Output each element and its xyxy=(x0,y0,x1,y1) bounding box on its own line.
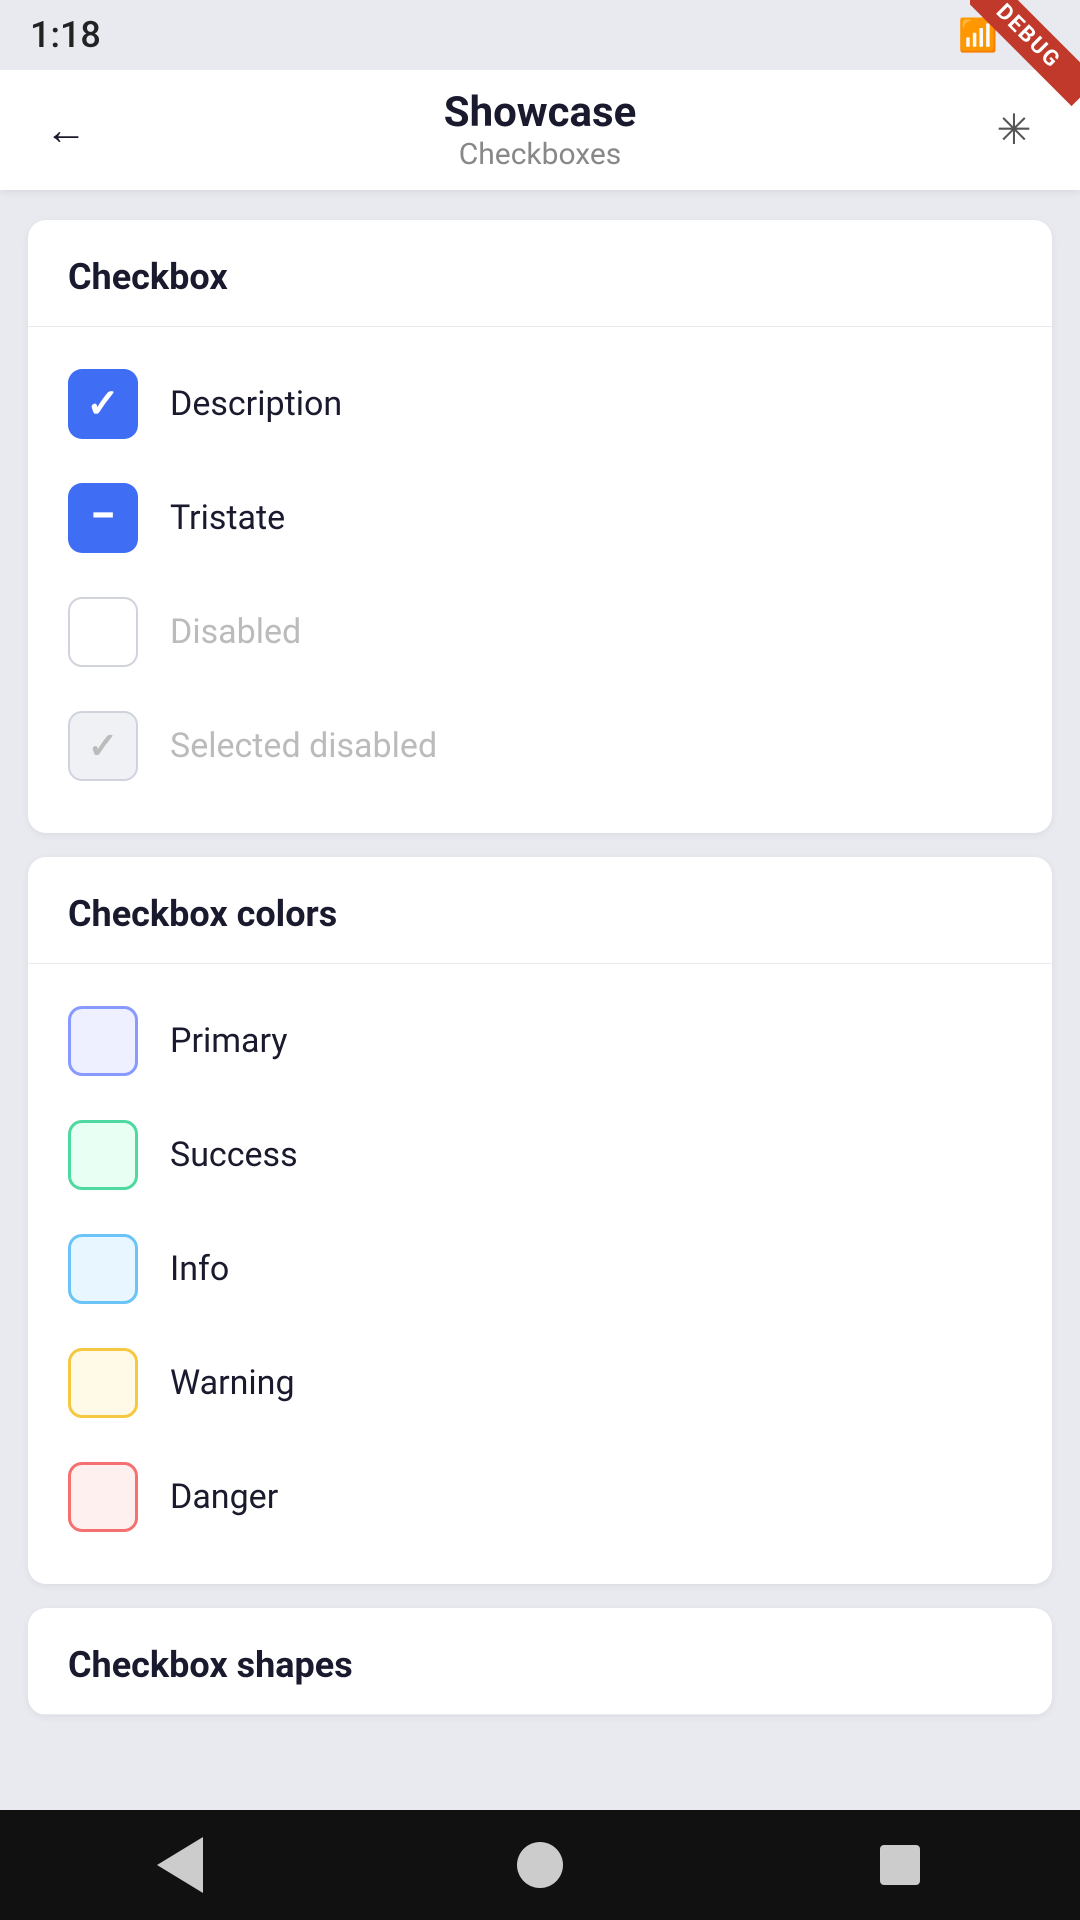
back-arrow-icon: ← xyxy=(45,106,87,155)
nav-back-button[interactable] xyxy=(140,1825,220,1905)
app-bar: ← Showcase Checkboxes ✳ xyxy=(0,70,1080,190)
app-bar-title: Showcase Checkboxes xyxy=(96,88,984,172)
checkbox-success-label: Success xyxy=(170,1135,298,1175)
checkmark-disabled-icon: ✓ xyxy=(88,728,118,764)
back-nav-icon xyxy=(157,1837,203,1893)
checkbox-card-header: Checkbox xyxy=(28,220,1052,327)
checkbox-row-selected-disabled: ✓ Selected disabled xyxy=(68,689,1012,803)
checkmark-icon: ✓ xyxy=(86,384,120,424)
home-nav-icon xyxy=(517,1842,563,1888)
status-time: 1:18 xyxy=(30,14,101,56)
checkbox-row-danger[interactable]: Danger xyxy=(68,1440,1012,1554)
checkbox-row-disabled: Disabled xyxy=(68,575,1012,689)
checkbox-section-title: Checkbox xyxy=(68,256,228,298)
checkbox-row-tristate[interactable]: − Tristate xyxy=(68,461,1012,575)
checkbox-colors-title: Checkbox colors xyxy=(68,893,337,935)
checkbox-card-body: ✓ Description − Tristate Disabled ✓ xyxy=(28,327,1052,833)
checkbox-info-label: Info xyxy=(170,1249,229,1289)
checkbox-shapes-card: Checkbox shapes xyxy=(28,1608,1052,1715)
checkbox-row-success[interactable]: Success xyxy=(68,1098,1012,1212)
checkbox-selected-disabled: ✓ xyxy=(68,711,138,781)
checkbox-colors-card-body: Primary Success Info Warning Danger xyxy=(28,964,1052,1584)
tristate-icon: − xyxy=(90,493,116,539)
checkbox-colors-card: Checkbox colors Primary Success Info War… xyxy=(28,857,1052,1584)
checkbox-info[interactable] xyxy=(68,1234,138,1304)
page-subtitle: Checkboxes xyxy=(96,137,984,172)
content-area: Checkbox ✓ Description − Tristate xyxy=(0,190,1080,1745)
checkbox-row-warning[interactable]: Warning xyxy=(68,1326,1012,1440)
checkbox-tristate-label: Tristate xyxy=(170,498,285,538)
checkbox-disabled-label: Disabled xyxy=(170,612,301,652)
checkbox-card: Checkbox ✓ Description − Tristate xyxy=(28,220,1052,833)
nav-home-button[interactable] xyxy=(500,1825,580,1905)
checkbox-disabled xyxy=(68,597,138,667)
checkbox-row-primary[interactable]: Primary xyxy=(68,984,1012,1098)
sun-icon: ✳ xyxy=(996,105,1031,155)
checkbox-primary[interactable] xyxy=(68,1006,138,1076)
checkbox-danger[interactable] xyxy=(68,1462,138,1532)
checkbox-success[interactable] xyxy=(68,1120,138,1190)
checkbox-row-info[interactable]: Info xyxy=(68,1212,1012,1326)
checkbox-description[interactable]: ✓ xyxy=(68,369,138,439)
bottom-nav xyxy=(0,1810,1080,1920)
checkbox-tristate[interactable]: − xyxy=(68,483,138,553)
checkbox-primary-label: Primary xyxy=(170,1021,287,1061)
checkbox-warning-label: Warning xyxy=(170,1363,295,1403)
recents-nav-icon xyxy=(880,1845,920,1885)
checkbox-warning[interactable] xyxy=(68,1348,138,1418)
debug-label: DEBUG xyxy=(970,0,1080,106)
back-button[interactable]: ← xyxy=(36,100,96,160)
checkbox-shapes-card-header: Checkbox shapes xyxy=(28,1608,1052,1715)
checkbox-shapes-title: Checkbox shapes xyxy=(68,1644,353,1686)
checkbox-description-label: Description xyxy=(170,384,342,424)
checkbox-selected-disabled-label: Selected disabled xyxy=(170,726,437,766)
page-title: Showcase xyxy=(96,88,984,137)
checkbox-danger-label: Danger xyxy=(170,1477,278,1517)
nav-recents-button[interactable] xyxy=(860,1825,940,1905)
status-bar: 1:18 📶 🔋 xyxy=(0,0,1080,70)
checkbox-row-description[interactable]: ✓ Description xyxy=(68,347,1012,461)
checkbox-colors-card-header: Checkbox colors xyxy=(28,857,1052,964)
debug-badge: DEBUG xyxy=(970,0,1080,110)
